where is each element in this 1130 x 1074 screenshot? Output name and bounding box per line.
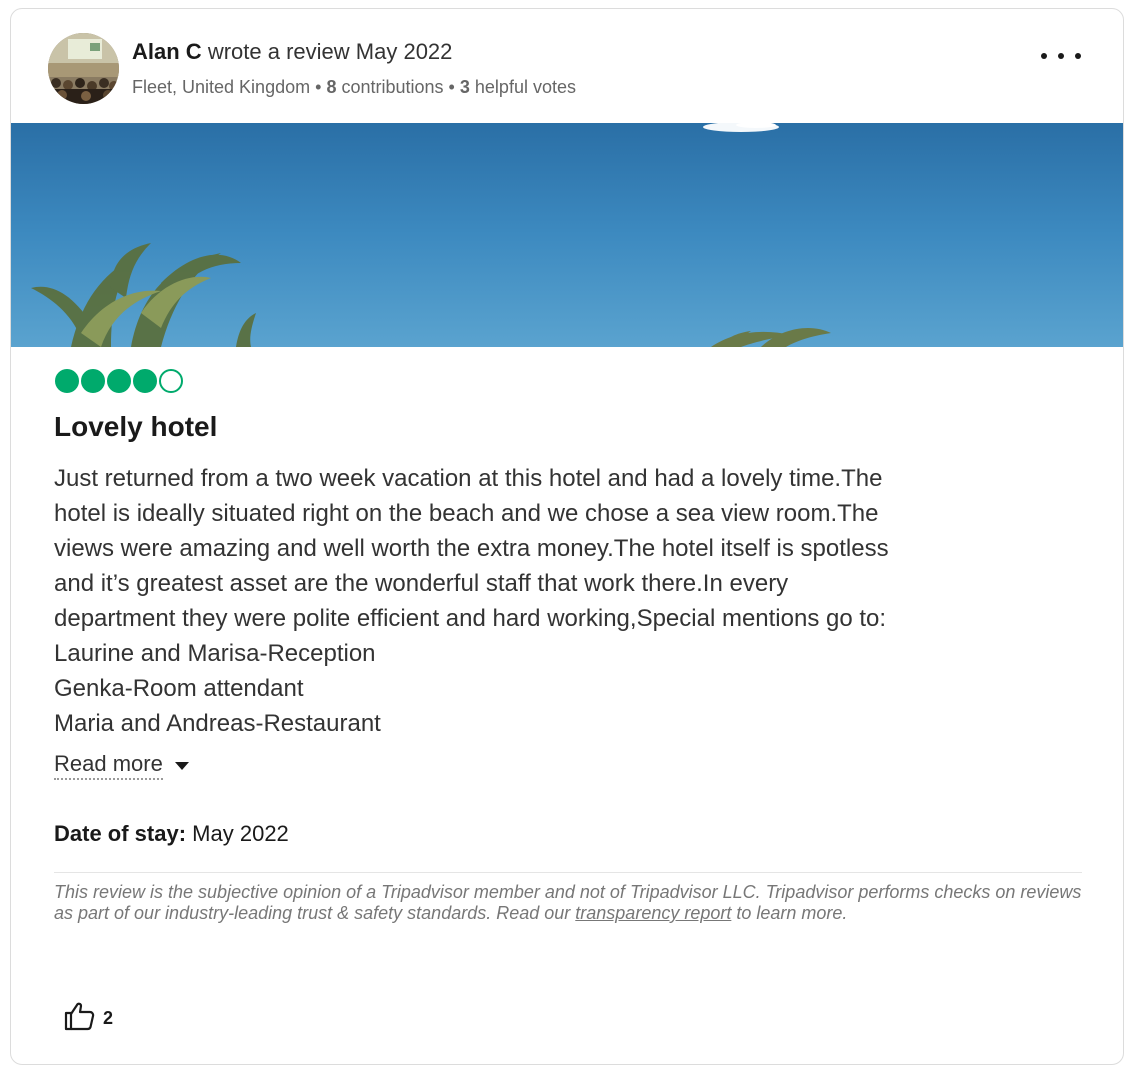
review-card: Alan C wrote a review May 2022 Fleet, Un…	[10, 8, 1124, 1065]
review-body-line: Just returned from a two week vacation a…	[54, 465, 883, 492]
helpful-votes-label: helpful votes	[474, 77, 576, 97]
read-more-label: Read more	[54, 751, 163, 780]
author-name[interactable]: Alan C	[132, 39, 202, 64]
date-of-stay-value: May 2022	[192, 821, 289, 846]
review-body-line: department they were polite efficient an…	[54, 605, 887, 632]
date-of-stay: Date of stay: May 2022	[54, 821, 289, 847]
contributions-label: contributions	[341, 77, 444, 97]
contributions-count: 8	[326, 77, 337, 97]
caret-down-icon	[174, 761, 189, 770]
review-title[interactable]: Lovely hotel	[54, 411, 217, 443]
author-location: Fleet, United Kingdom	[132, 77, 311, 97]
disclaimer-text: This review is the subjective opinion of…	[54, 882, 1082, 923]
rating-bubble-empty	[159, 369, 183, 393]
review-body-line: and it’s greatest asset are the wonderfu…	[54, 570, 789, 597]
review-body-line: hotel is ideally situated right on the b…	[54, 500, 879, 527]
review-body-line: Laurine and Marisa-Reception	[54, 640, 376, 667]
review-body-line: Maria and Andreas-Restaurant	[54, 710, 381, 737]
bubble-rating	[55, 369, 183, 393]
review-body-line: views were amazing and well worth the ex…	[54, 535, 889, 562]
thumbs-up-icon	[63, 1001, 95, 1036]
helpful-count: 2	[103, 1008, 114, 1028]
disclaimer-text-end: to learn more.	[731, 903, 848, 923]
review-disclaimer: This review is the subjective opinion of…	[54, 882, 1094, 924]
rating-bubble-filled	[133, 369, 157, 393]
transparency-report-link[interactable]: transparency report	[575, 903, 731, 923]
more-options-icon[interactable]	[1041, 47, 1081, 65]
meta-separator: •	[448, 77, 455, 97]
review-body-line: Genka-Room attendant	[54, 675, 304, 702]
review-body: Just returned from a two week vacation a…	[54, 461, 1084, 741]
author-meta: Fleet, United Kingdom • 8 contributions …	[132, 77, 576, 98]
helpful-vote-button[interactable]: 2	[63, 1001, 113, 1036]
rating-bubble-filled	[81, 369, 105, 393]
helpful-votes-count: 3	[459, 77, 470, 97]
rating-bubble-filled	[107, 369, 131, 393]
review-action: wrote a review	[207, 39, 350, 64]
review-photo[interactable]	[11, 122, 1123, 347]
avatar[interactable]	[48, 33, 119, 104]
meta-separator: •	[315, 77, 322, 97]
review-date: May 2022	[355, 39, 453, 64]
review-header: Alan C wrote a review May 2022	[132, 39, 452, 65]
read-more-button[interactable]: Read more	[54, 751, 189, 780]
divider	[54, 872, 1082, 873]
date-of-stay-label: Date of stay:	[54, 821, 187, 846]
rating-bubble-filled	[55, 369, 79, 393]
